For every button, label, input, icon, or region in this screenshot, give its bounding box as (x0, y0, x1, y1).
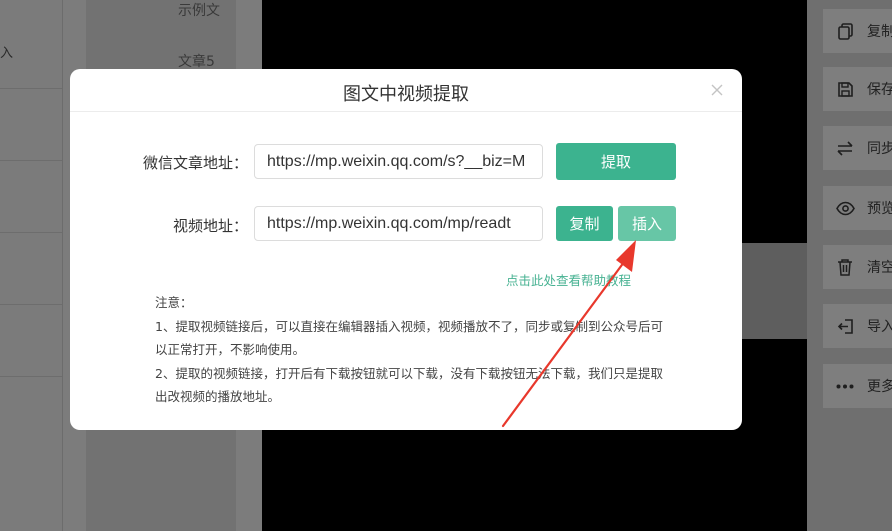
toolbar-more-label: 更多 (867, 379, 892, 395)
notice-heading: 注意： (155, 295, 193, 310)
toolbar-more-button[interactable]: 更多 (823, 364, 892, 408)
divider (0, 304, 62, 305)
dialog-header: 图文中视频提取 (70, 69, 742, 112)
toolbar-import-button[interactable]: 导入 (823, 304, 892, 348)
article-url-label: 微信文章地址： (143, 154, 249, 172)
sync-icon (823, 140, 867, 157)
copy-button[interactable]: 复制 (556, 206, 613, 241)
toolbar-import-label: 导入 (867, 319, 892, 335)
article-list-item[interactable]: 示例文 (178, 0, 220, 20)
video-extract-dialog: 图文中视频提取 微信文章地址： https://mp.weixin.qq.com… (70, 69, 742, 430)
divider (0, 376, 62, 377)
eye-icon (823, 201, 867, 216)
toolbar-sync-label: 同步 (867, 141, 892, 157)
import-icon (823, 318, 867, 335)
toolbar-clear-label: 清空 (867, 260, 892, 276)
help-tutorial-link[interactable]: 点击此处查看帮助教程 (506, 270, 631, 289)
article-list-item[interactable]: 文章5 (178, 51, 215, 71)
article-url-input[interactable]: https://mp.weixin.qq.com/s?__biz=M (254, 144, 543, 179)
divider (0, 232, 62, 233)
close-icon (708, 84, 726, 103)
toolbar-save-label: 保存 (867, 82, 892, 98)
toolbar-copy-label: 复制 (867, 24, 892, 40)
toolbar-preview-button[interactable]: 预览 (823, 186, 892, 230)
toolbar-clear-button[interactable]: 清空 (823, 245, 892, 289)
toolbar-preview-label: 预览 (867, 201, 892, 217)
left-panel-label: 入 (0, 46, 14, 61)
video-url-input[interactable]: https://mp.weixin.qq.com/mp/readt (254, 206, 543, 241)
toolbar-sync-button[interactable]: 同步 (823, 126, 892, 170)
toolbar-save-button[interactable]: 保存 (823, 67, 892, 111)
extract-button[interactable]: 提取 (556, 143, 676, 180)
notice-item: 2、提取的视频链接，打开后有下载按钮就可以下载，没有下载按钮无法下载，我们只是提… (155, 365, 663, 405)
insert-button[interactable]: 插入 (618, 206, 676, 241)
trash-icon (823, 258, 867, 276)
divider (0, 160, 62, 161)
notice-item: 1、提取视频链接后，可以直接在编辑器插入视频，视频播放不了，同步或复制到公众号后… (155, 318, 663, 358)
video-url-label: 视频地址： (173, 217, 249, 235)
close-button[interactable] (708, 81, 726, 99)
toolbar-copy-button[interactable]: 复制 (823, 9, 892, 53)
notice-text: 注意： 1、提取视频链接后，可以直接在编辑器插入视频，视频播放不了，同步或复制到… (155, 291, 665, 409)
copy-icon (823, 22, 867, 40)
divider (0, 88, 62, 89)
left-panel (0, 0, 62, 531)
dialog-title: 图文中视频提取 (343, 84, 469, 105)
more-icon (823, 384, 867, 389)
save-icon (823, 81, 867, 98)
